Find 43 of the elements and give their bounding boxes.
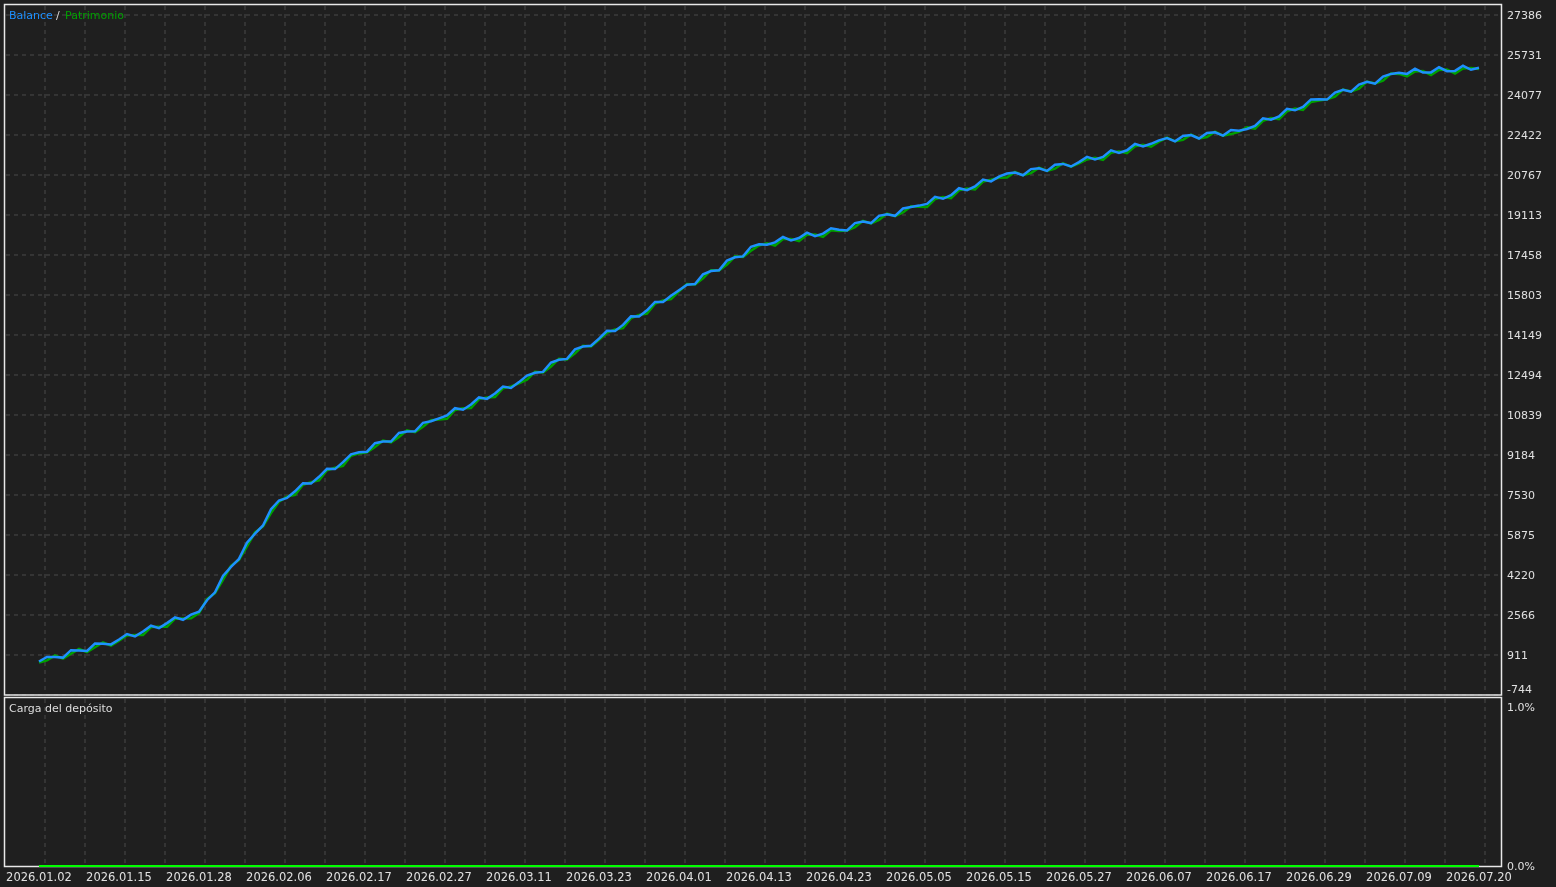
- axis-label: 27386: [1507, 9, 1542, 22]
- date-label: 2026.05.15: [966, 870, 1032, 884]
- axis-label: 4220: [1507, 569, 1535, 582]
- axis-label: 5875: [1507, 529, 1535, 542]
- legend-separator: /: [56, 9, 60, 22]
- axis-label: 19113: [1507, 209, 1542, 222]
- date-label: 2026.06.07: [1126, 870, 1192, 884]
- axis-label: 7530: [1507, 489, 1535, 502]
- chart-title: Carga del depósito: [9, 702, 113, 715]
- axis-label: 17458: [1507, 249, 1542, 262]
- date-label: 2026.02.27: [406, 870, 472, 884]
- date-label: 2026.01.28: [166, 870, 232, 884]
- date-label: 2026.04.13: [726, 870, 792, 884]
- date-label: 2026.01.15: [86, 870, 152, 884]
- axis-label: 12494: [1507, 369, 1542, 382]
- axis-label: 0.0%: [1507, 859, 1535, 873]
- axis-label: 14149: [1507, 329, 1542, 342]
- axis-label: 25731: [1507, 49, 1542, 62]
- axis-label: 15803: [1507, 289, 1542, 302]
- axis-label: 24077: [1507, 89, 1542, 102]
- date-label: 2026.07.09: [1366, 870, 1432, 884]
- date-label: 2026.03.11: [486, 870, 552, 884]
- date-label: 2026.04.01: [646, 870, 712, 884]
- date-label: 2026.05.27: [1046, 870, 1112, 884]
- axis-label: 22422: [1507, 129, 1542, 142]
- axis-label: 911: [1507, 649, 1528, 662]
- legend-label: Balance: [9, 9, 53, 22]
- legend-label: Patrimonio: [65, 9, 124, 22]
- axis-label: -744: [1507, 683, 1532, 696]
- date-label: 2026.02.06: [246, 870, 312, 884]
- axis-label: 2566: [1507, 609, 1535, 622]
- date-label: 2026.01.02: [6, 870, 72, 884]
- axis-label: 9184: [1507, 449, 1535, 462]
- date-label: 2026.06.17: [1206, 870, 1272, 884]
- date-label: 2026.07.20: [1446, 870, 1512, 884]
- date-label: 2026.06.29: [1286, 870, 1352, 884]
- date-label: 2026.03.23: [566, 870, 632, 884]
- date-label: 2026.02.17: [326, 870, 392, 884]
- axis-label: 20767: [1507, 169, 1542, 182]
- axis-label: 1.0%: [1507, 701, 1535, 714]
- date-label: 2026.04.23: [806, 870, 872, 884]
- axis-label: 10839: [1507, 409, 1542, 422]
- date-label: 2026.05.05: [886, 870, 952, 884]
